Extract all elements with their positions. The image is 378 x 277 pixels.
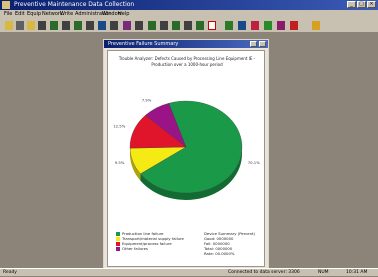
- legend-swatch: [116, 247, 120, 251]
- app-icon: [2, 1, 10, 9]
- chart-window: Preventive Failure Summary Trouble Analy…: [103, 39, 269, 269]
- pie-data-label: 7.9%: [142, 97, 152, 102]
- close-button[interactable]: ×: [367, 1, 376, 8]
- network-icon[interactable]: [50, 21, 58, 30]
- menu-edit[interactable]: Edit: [15, 10, 25, 18]
- menu-write[interactable]: Write: [60, 10, 73, 18]
- tool-icon[interactable]: [74, 21, 82, 30]
- tool-icon[interactable]: [135, 21, 143, 30]
- menu-file[interactable]: File: [4, 10, 12, 18]
- settings-icon[interactable]: [251, 21, 259, 30]
- pie-data-label: 70.1%: [248, 160, 260, 165]
- app-title: Preventive Maintenance Data Collection: [14, 0, 134, 10]
- help-icon[interactable]: [312, 21, 320, 30]
- legend-item: Other failures: [116, 246, 184, 251]
- chart-window-close-button[interactable]: [259, 41, 266, 47]
- toolbar: [0, 18, 378, 33]
- chart-icon[interactable]: [225, 21, 233, 30]
- tool-icon[interactable]: [196, 21, 204, 30]
- legend-label: Other failures: [122, 246, 148, 251]
- chart-window-titlebar: Preventive Failure Summary: [104, 40, 268, 48]
- minimize-button[interactable]: _: [347, 1, 356, 8]
- print-icon[interactable]: [27, 21, 35, 30]
- tool-icon[interactable]: [98, 21, 106, 30]
- tool-icon[interactable]: [160, 21, 168, 30]
- settings-icon[interactable]: [290, 21, 298, 30]
- settings-icon[interactable]: [264, 21, 272, 30]
- menu-bar: File Edit Equip Network Write Administra…: [0, 10, 378, 18]
- report-icon[interactable]: [208, 21, 216, 30]
- equip-icon[interactable]: [38, 21, 46, 30]
- settings-icon[interactable]: [277, 21, 285, 30]
- title-bar: Preventive Maintenance Data Collection _…: [0, 0, 378, 10]
- chart-icon[interactable]: [238, 21, 246, 30]
- status-bar: Ready Connected to data server: 3306 NUM…: [0, 268, 378, 276]
- summary-line: Rate: 00.0000%: [204, 251, 255, 256]
- summary-block: Device Summary (Percent) Good: 0000000 F…: [204, 231, 255, 256]
- chart-window-maximize-button[interactable]: [250, 41, 257, 47]
- tool-icon[interactable]: [148, 21, 156, 30]
- tool-icon[interactable]: [123, 21, 131, 30]
- menu-equip[interactable]: Equip: [27, 10, 41, 18]
- open-icon[interactable]: [5, 21, 13, 30]
- pie-data-label: 12.5%: [113, 124, 125, 129]
- pie-data-label: 9.5%: [115, 160, 125, 165]
- chart-window-title: Preventive Failure Summary: [108, 40, 178, 48]
- pie-chart: 70.1% 9.5% 12.5% 7.9%: [108, 81, 264, 221]
- tool-icon[interactable]: [86, 21, 94, 30]
- maximize-button[interactable]: □: [357, 1, 366, 8]
- menu-help[interactable]: Help: [118, 10, 129, 18]
- tool-icon[interactable]: [172, 21, 180, 30]
- log-icon[interactable]: [62, 21, 70, 30]
- tool-icon[interactable]: [184, 21, 192, 30]
- report-title: Trouble Analyzer: Defects Caused by Proc…: [114, 56, 260, 67]
- report-page: Trouble Analyzer: Defects Caused by Proc…: [107, 50, 265, 267]
- chart-legend: Production line failure Transport/materi…: [116, 231, 184, 251]
- tool-icon[interactable]: [110, 21, 118, 30]
- save-icon[interactable]: [16, 21, 24, 30]
